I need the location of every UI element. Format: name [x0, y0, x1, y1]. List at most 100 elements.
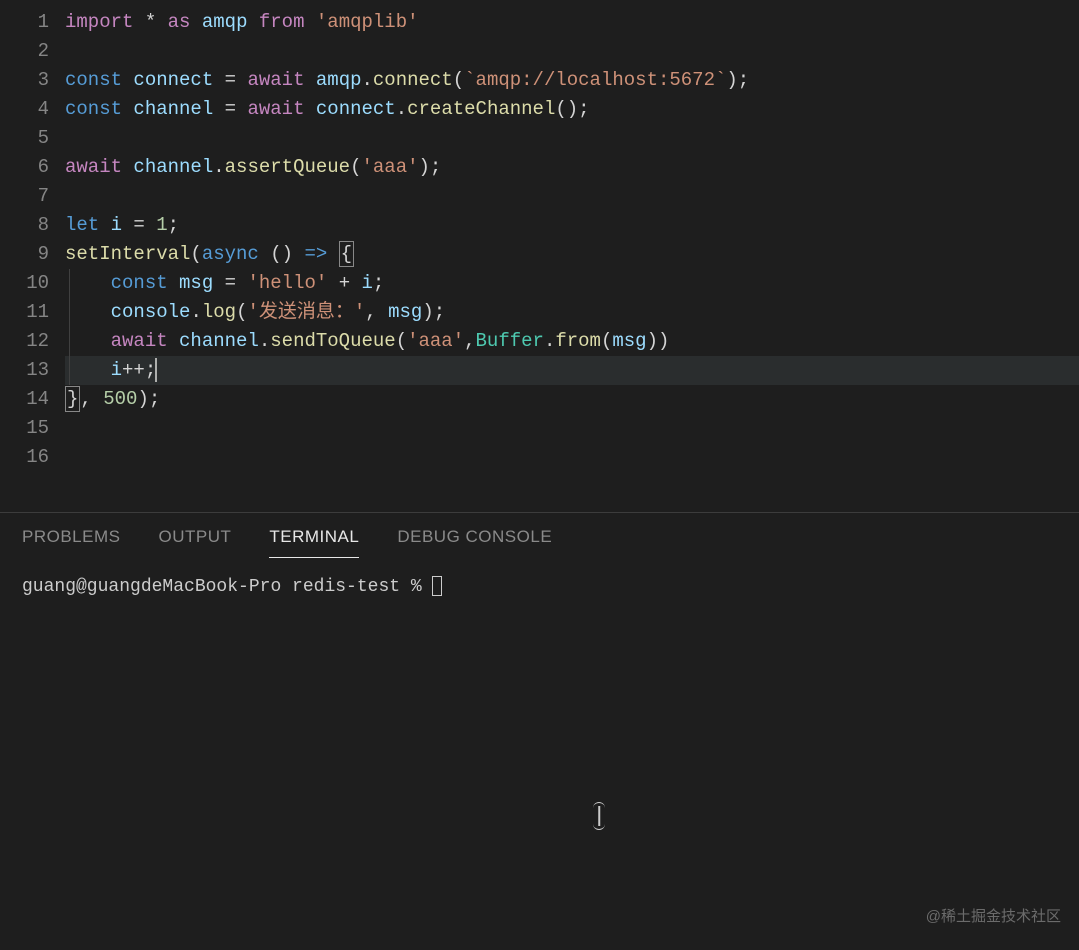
- line-number: 9: [0, 240, 65, 269]
- token: 'aaa': [361, 156, 418, 178]
- token: msg: [179, 272, 213, 294]
- token: channel: [133, 98, 213, 120]
- bottom-panel: PROBLEMS OUTPUT TERMINAL DEBUG CONSOLE g…: [0, 512, 1079, 950]
- token: );: [422, 301, 445, 323]
- token: assertQueue: [225, 156, 350, 178]
- token: await: [111, 330, 168, 352]
- token: (: [350, 156, 361, 178]
- token: )): [647, 330, 670, 352]
- tab-debug-console[interactable]: DEBUG CONSOLE: [397, 527, 552, 558]
- line-number: 16: [0, 443, 65, 472]
- token: const: [65, 98, 122, 120]
- tab-problems[interactable]: PROBLEMS: [22, 527, 120, 558]
- code-line[interactable]: }, 500);: [65, 385, 1079, 414]
- line-number: 1: [0, 8, 65, 37]
- token: connect: [316, 98, 396, 120]
- token: i: [111, 359, 122, 381]
- token: `amqp://localhost:5672`: [464, 69, 726, 91]
- code-line[interactable]: i++;: [65, 356, 1079, 385]
- line-number: 2: [0, 37, 65, 66]
- token: amqp: [316, 69, 362, 91]
- token: .: [190, 301, 201, 323]
- line-number: 12: [0, 327, 65, 356]
- token: import: [65, 11, 133, 33]
- token: [65, 359, 111, 381]
- code-line[interactable]: await channel.assertQueue('aaa');: [65, 153, 1079, 182]
- token: [168, 330, 179, 352]
- token: [168, 272, 179, 294]
- token: .: [213, 156, 224, 178]
- line-number-gutter: 12345678910111213141516: [0, 0, 65, 512]
- token: channel: [133, 156, 213, 178]
- line-number: 14: [0, 385, 65, 414]
- token: amqp: [202, 11, 248, 33]
- token: .: [362, 69, 373, 91]
- code-line[interactable]: await channel.sendToQueue('aaa',Buffer.f…: [65, 327, 1079, 356]
- token: ++;: [122, 359, 156, 381]
- terminal-content[interactable]: guang@guangdeMacBook-Pro redis-test %: [0, 558, 1079, 950]
- line-number: 11: [0, 298, 65, 327]
- token: i: [111, 214, 122, 236]
- code-line[interactable]: [65, 182, 1079, 211]
- token: );: [726, 69, 749, 91]
- code-editor[interactable]: 12345678910111213141516 import * as amqp…: [0, 0, 1079, 512]
- token: [65, 301, 111, 323]
- token: 500: [103, 388, 137, 410]
- token: await: [247, 69, 304, 91]
- code-line[interactable]: import * as amqp from 'amqplib': [65, 8, 1079, 37]
- token: );: [419, 156, 442, 178]
- token: 'amqplib': [316, 11, 419, 33]
- token: =>: [304, 243, 327, 265]
- code-line[interactable]: const channel = await connect.createChan…: [65, 95, 1079, 124]
- token: connect: [373, 69, 453, 91]
- token: msg: [388, 301, 422, 323]
- line-number: 3: [0, 66, 65, 95]
- token: log: [202, 301, 236, 323]
- tab-terminal[interactable]: TERMINAL: [269, 527, 359, 558]
- token: [304, 98, 315, 120]
- token: await: [65, 156, 122, 178]
- token: (: [190, 243, 201, 265]
- token: ,: [464, 330, 475, 352]
- token: .: [544, 330, 555, 352]
- token: );: [137, 388, 160, 410]
- token: =: [213, 69, 247, 91]
- token: ,: [80, 388, 103, 410]
- token: [122, 69, 133, 91]
- token: {: [339, 241, 354, 267]
- code-line[interactable]: [65, 443, 1079, 472]
- token: =: [122, 214, 156, 236]
- line-number: 13: [0, 356, 65, 385]
- token: ;: [168, 214, 179, 236]
- tab-output[interactable]: OUTPUT: [158, 527, 231, 558]
- token: }: [65, 386, 80, 412]
- code-line[interactable]: const msg = 'hello' + i;: [65, 269, 1079, 298]
- code-line[interactable]: [65, 37, 1079, 66]
- token: [122, 98, 133, 120]
- code-line[interactable]: console.log('发送消息：', msg);: [65, 298, 1079, 327]
- code-line[interactable]: [65, 124, 1079, 153]
- token: [99, 214, 110, 236]
- token: let: [65, 214, 99, 236]
- code-line[interactable]: const connect = await amqp.connect(`amqp…: [65, 66, 1079, 95]
- token: (: [601, 330, 612, 352]
- token: ;: [373, 272, 384, 294]
- token: setInterval: [65, 243, 190, 265]
- token: 'hello': [247, 272, 327, 294]
- token: 1: [156, 214, 167, 236]
- token: [122, 156, 133, 178]
- line-number: 7: [0, 182, 65, 211]
- line-number: 8: [0, 211, 65, 240]
- code-line[interactable]: let i = 1;: [65, 211, 1079, 240]
- code-line[interactable]: setInterval(async () => {: [65, 240, 1079, 269]
- line-number: 4: [0, 95, 65, 124]
- token: sendToQueue: [270, 330, 395, 352]
- token: [65, 272, 111, 294]
- token: [304, 11, 315, 33]
- token: channel: [179, 330, 259, 352]
- token: '发送消息：': [247, 301, 365, 323]
- line-number: 10: [0, 269, 65, 298]
- code-line[interactable]: [65, 414, 1079, 443]
- code-content[interactable]: import * as amqp from 'amqplib' const con…: [65, 0, 1079, 512]
- token: const: [65, 69, 122, 91]
